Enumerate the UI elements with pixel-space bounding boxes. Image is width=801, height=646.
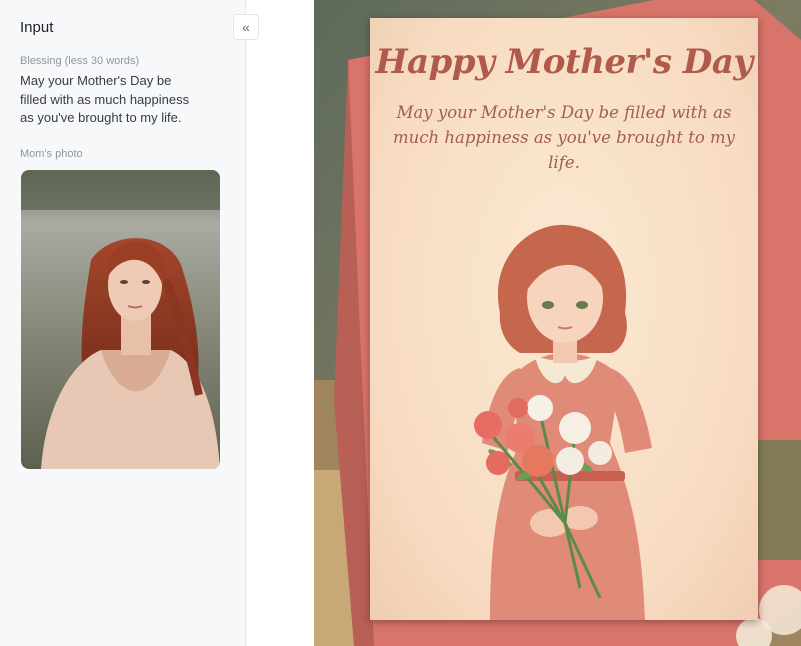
panel-title: Input: [20, 19, 54, 36]
mother-illustration: [474, 224, 652, 620]
blessing-label: Blessing (less 30 words): [20, 55, 140, 67]
card-message: May your Mother's Day be filled with as …: [393, 103, 735, 172]
blessing-text[interactable]: May your Mother's Day be filled with as …: [20, 72, 190, 128]
moms-photo[interactable]: [21, 170, 220, 469]
chevron-double-left-icon: «: [242, 19, 250, 35]
card-title: Happy Mother's Day: [375, 42, 753, 82]
greeting-card: Happy Mother's Day May your Mother's Day…: [370, 18, 758, 620]
collapse-panel-button[interactable]: «: [233, 14, 259, 40]
card-preview: Happy Mother's Day May your Mother's Day…: [314, 0, 801, 646]
photo-label: Mom's photo: [20, 148, 83, 160]
input-panel: Input Blessing (less 30 words) May your …: [0, 0, 246, 646]
